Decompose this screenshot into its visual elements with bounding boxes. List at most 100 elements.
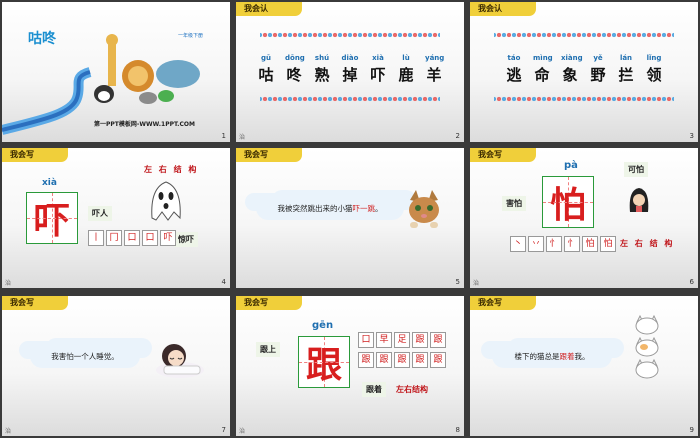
corner-mark: 治	[239, 134, 246, 141]
char: 熟	[314, 66, 330, 84]
slide-6[interactable]: 我会写 pà 怕 害怕 可怕 丶 丷 忄 忄 怕 怕 左 右 结 构 治 6	[470, 148, 698, 288]
slide-4[interactable]: 我会写 xià 吓 左 右 结 构 吓人 惊吓 丨 冂 口 口 吓 治 4	[2, 148, 230, 288]
scared-girl-icon	[629, 188, 649, 212]
slide-header: 我会写	[470, 148, 536, 162]
pinyin: lán	[619, 54, 633, 62]
char-grid: 跟	[298, 336, 350, 388]
pinyin: dōng	[285, 54, 305, 62]
word-chip: 跟着	[362, 382, 386, 397]
char: 鹿	[398, 66, 414, 84]
corner-mark: 治	[473, 280, 480, 287]
word-chip: 跟上	[256, 342, 280, 357]
slide-header: 我会认	[470, 2, 536, 16]
pinyin: diào	[341, 54, 359, 62]
corner-mark: 治	[5, 428, 12, 435]
slide-number: 8	[455, 426, 460, 434]
word-chip: 害怕	[502, 196, 526, 211]
pinyin: xiàng	[561, 54, 583, 62]
slide-2[interactable]: 我会认 gū dōng shú diào xià lù yáng 咕 咚 熟 掉…	[236, 2, 464, 142]
corner-mark: 治	[5, 280, 12, 287]
stroke-order: 丨 冂 口 口 吓	[88, 230, 176, 246]
sentence-post: 。	[375, 203, 383, 213]
stroke-step: 跟	[412, 352, 428, 368]
slide-number: 4	[221, 278, 226, 286]
stroke-step: 忄	[564, 236, 580, 252]
sentence-cloud: 我害怕 一个人睡觉。	[30, 344, 140, 368]
structure-label: 左 右 结 构	[144, 165, 199, 174]
char: 逃	[506, 66, 522, 84]
char: 掉	[342, 66, 358, 84]
char-pinyin: pà	[564, 160, 578, 171]
animals-illustration	[94, 34, 200, 104]
chars-row: 咕 咚 熟 掉 吓 鹿 羊	[246, 64, 454, 85]
slide-5[interactable]: 我会写 我被突然跳出来的小猫 吓一跳。 5	[236, 148, 464, 288]
decor-dots	[260, 32, 440, 38]
pinyin: yáng	[425, 54, 445, 62]
sentence-pre: 楼下的猫总是	[514, 351, 560, 361]
word-chip: 可怕	[624, 162, 648, 177]
slide-header: 我会写	[2, 296, 68, 310]
slide-number: 9	[689, 426, 694, 434]
char: 野	[590, 66, 606, 84]
ghost-icon	[151, 181, 181, 221]
char: 吓	[370, 66, 386, 84]
stroke-step: 跟	[412, 332, 428, 348]
stroke-step: 丶	[510, 236, 526, 252]
slide-7[interactable]: 我会写 我害怕 一个人睡觉。 治 7	[2, 296, 230, 436]
stroke-step: 跟	[394, 352, 410, 368]
char-grid: 吓	[26, 192, 78, 244]
char: 羊	[426, 66, 442, 84]
sentence-highlight: 吓一跳	[352, 203, 376, 213]
sentence-highlight: 害怕	[58, 351, 74, 361]
slide-1[interactable]: 咕咚 一年级下册 第一PPT模板网-WWW.1PPT.COM 1	[2, 2, 230, 142]
stroke-order-row2: 跟 跟 跟 跟 跟	[358, 352, 446, 368]
stroke-step: 丨	[88, 230, 104, 246]
slide-header: 我会写	[236, 148, 302, 162]
stroke-step: 口	[142, 230, 158, 246]
structure-label: 左 右 结 构	[620, 239, 675, 248]
sentence-cloud: 楼下的猫总是 跟着 我。	[492, 344, 612, 368]
slide-number: 7	[221, 426, 226, 434]
decor-dots	[494, 32, 674, 38]
stroke-order: 口 早 足 跟 跟	[358, 332, 446, 348]
corner-mark: 治	[239, 428, 246, 435]
char: 领	[646, 66, 662, 84]
slide-number: 2	[455, 132, 460, 140]
slide-3[interactable]: 我会认 táo mìng xiàng yě lán lǐng 逃 命 象 野 拦…	[470, 2, 698, 142]
slide-header: 我会写	[2, 148, 68, 162]
slide-8[interactable]: 我会写 gēn 跟 跟上 跟着 口 早 足 跟 跟 跟 跟 跟 跟 跟 左右结构…	[236, 296, 464, 436]
pinyin: mìng	[533, 54, 553, 62]
word-chip: 惊吓	[174, 232, 198, 247]
stroke-step: 口	[124, 230, 140, 246]
big-char: 跟	[305, 345, 342, 386]
stroke-step: 跟	[430, 332, 446, 348]
char-pinyin: xià	[42, 178, 57, 188]
word-chip: 吓人	[88, 206, 112, 221]
pinyin: táo	[507, 54, 521, 62]
structure-label: 左右结构	[396, 385, 428, 394]
char: 咕	[258, 66, 274, 84]
slide-9[interactable]: 我会写 楼下的猫总是 跟着 我。 9	[470, 296, 698, 436]
pinyin: lù	[402, 54, 410, 62]
stroke-step: 早	[376, 332, 392, 348]
slide-number: 3	[689, 132, 694, 140]
slide-header: 我会写	[470, 296, 536, 310]
stroke-step: 足	[394, 332, 410, 348]
pinyin-row: táo mìng xiàng yě lán lǐng	[480, 54, 688, 62]
char-grid: 怕	[542, 176, 594, 228]
stroke-step: 丷	[528, 236, 544, 252]
slide-number: 6	[689, 278, 694, 286]
pinyin: lǐng	[646, 54, 662, 62]
stroke-step: 跟	[358, 352, 374, 368]
stroke-step: 口	[358, 332, 374, 348]
stroke-step: 怕	[582, 236, 598, 252]
big-char: 怕	[549, 185, 586, 226]
sentence-highlight: 跟着	[559, 351, 575, 361]
char: 命	[534, 66, 550, 84]
decor-dots	[260, 96, 440, 102]
stroke-step: 跟	[430, 352, 446, 368]
slide-header: 我会认	[236, 2, 302, 16]
stroke-step: 吓	[160, 230, 176, 246]
sentence-cloud: 我被突然跳出来的小猫 吓一跳。	[256, 196, 404, 220]
pinyin-row: gū dōng shú diào xià lù yáng	[246, 54, 454, 62]
